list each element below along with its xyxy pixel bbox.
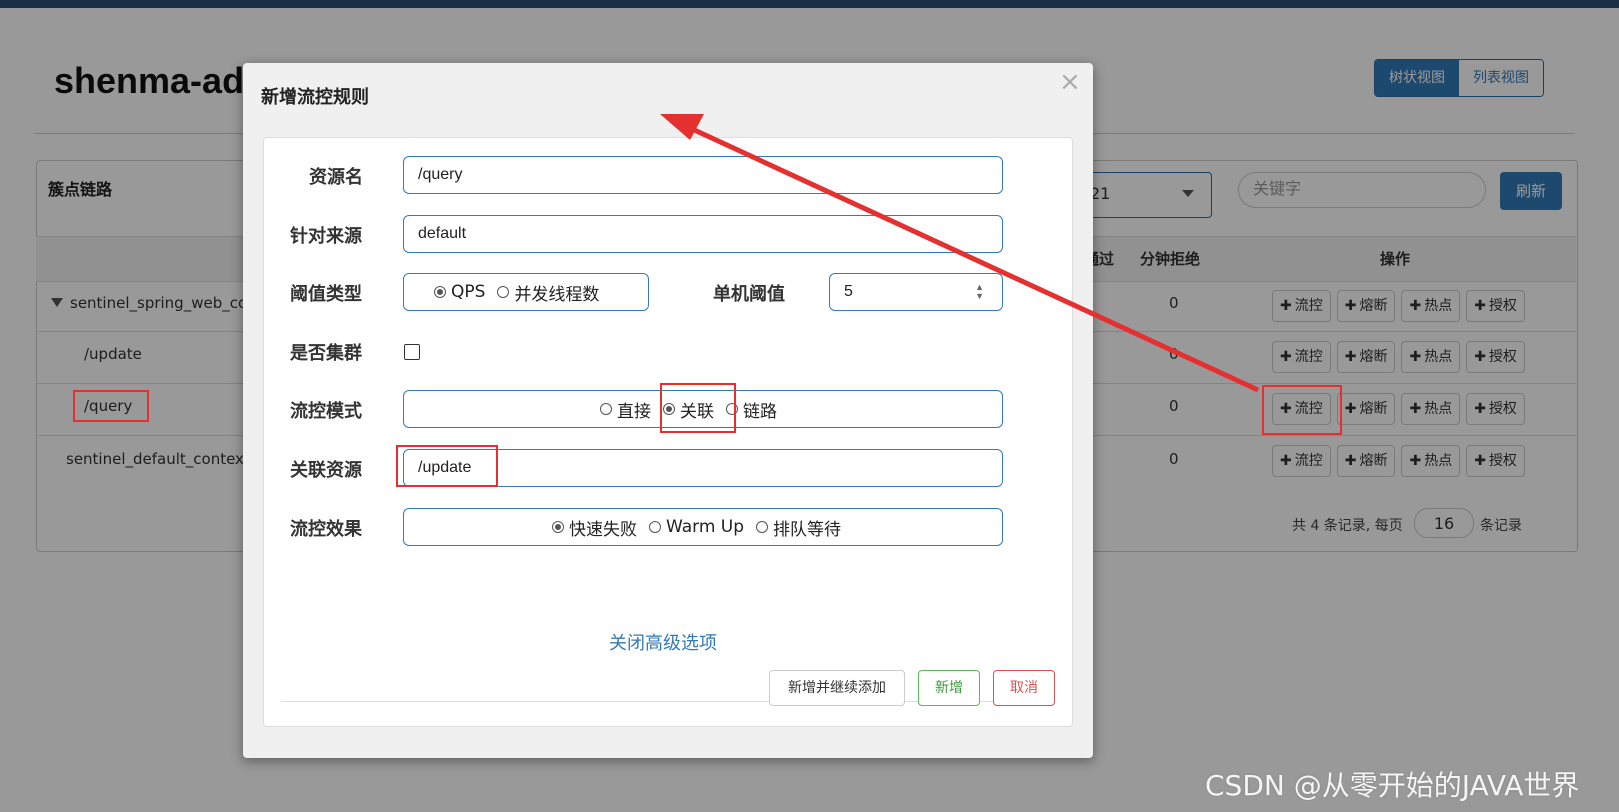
arrow-shaft: [688, 125, 1260, 393]
annotation-arrow: [660, 114, 1260, 393]
arrow-head: [660, 114, 704, 140]
watermark: CSDN @从零开始的JAVA世界: [1205, 769, 1580, 802]
